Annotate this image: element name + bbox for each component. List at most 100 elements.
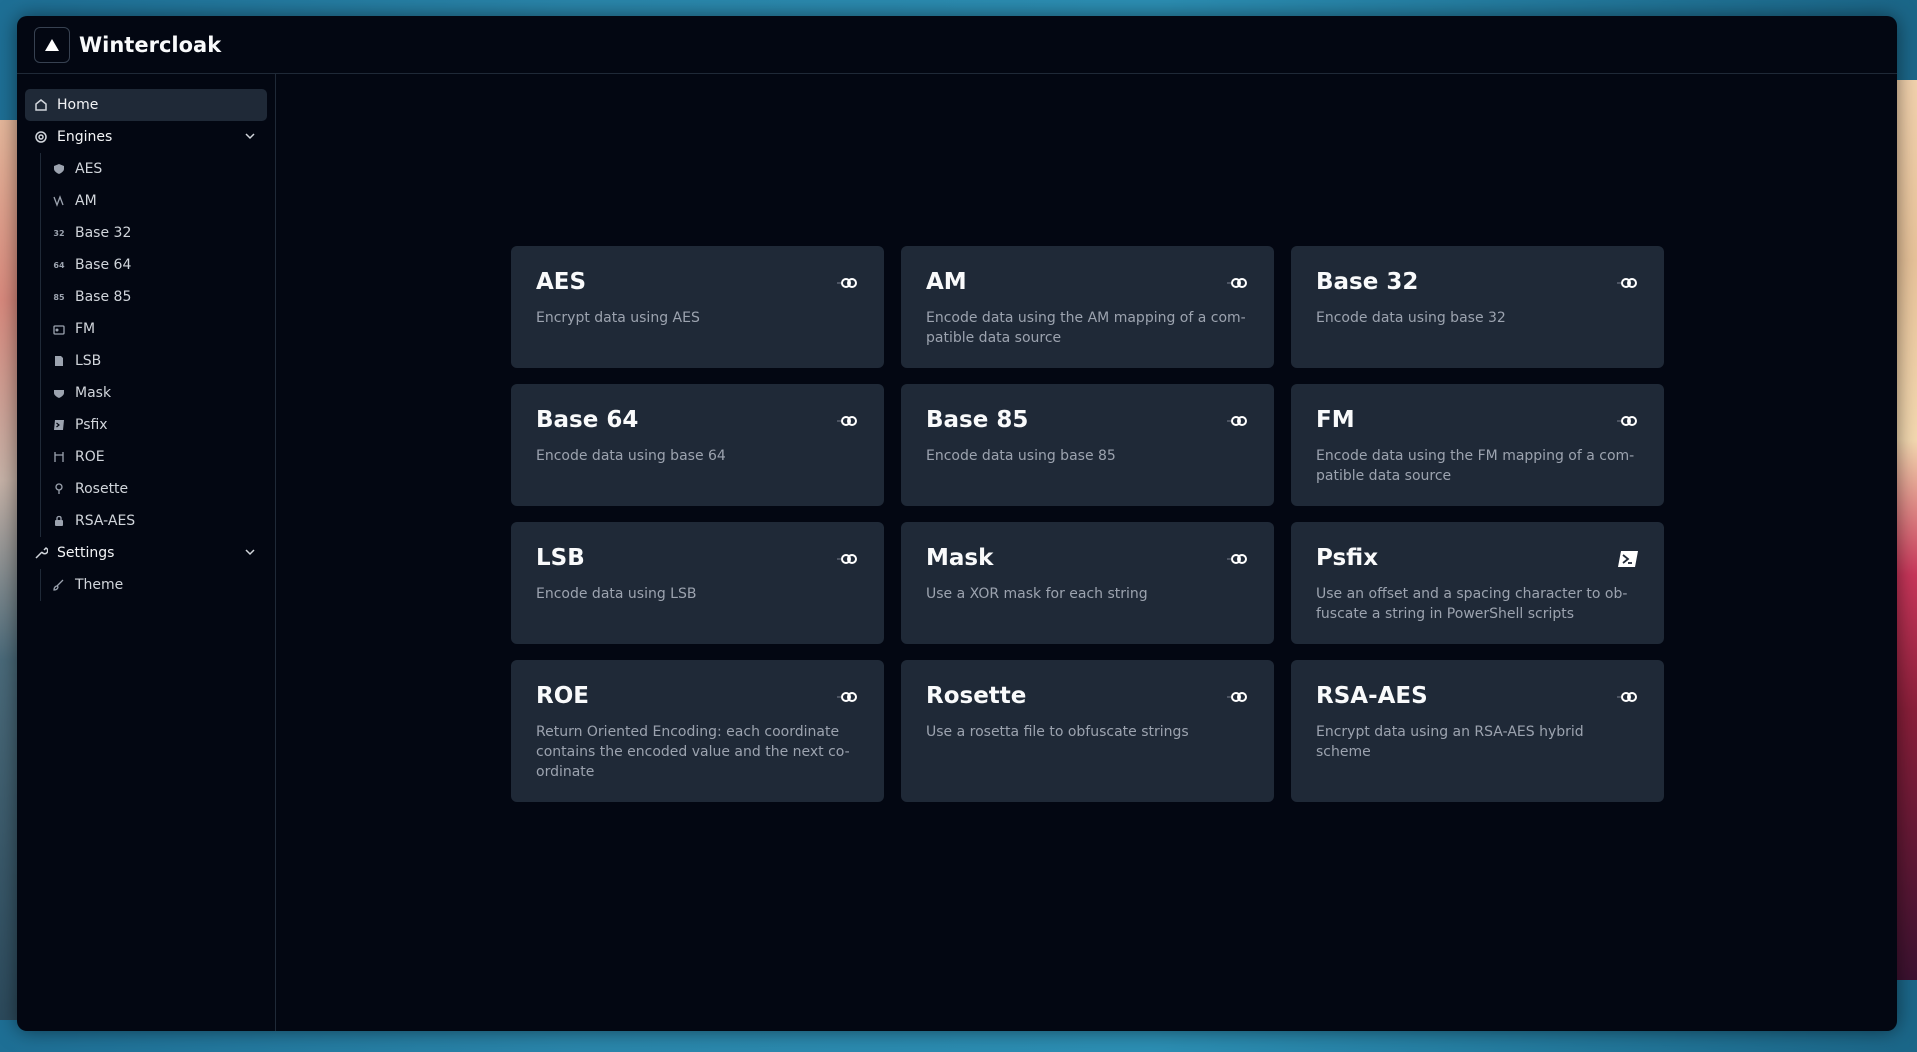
sidebar-item-label: RSA-AES [75,513,136,529]
engines-submenu: AES AM 32 Base 32 64 Base 64 85 Base 85 … [40,153,275,537]
chevron-down-icon [245,549,255,556]
sidebar-group-settings[interactable]: Settings [25,537,267,569]
sidebar-group-label: Engines [57,129,113,145]
link-icon [1617,690,1639,704]
sidebar-item-mask[interactable]: Mask [51,377,275,409]
card-description: Encode data using the FM mapping of a co… [1316,448,1635,484]
sidebar-item-fm[interactable]: FM [51,313,275,345]
sidebar-item-label: Home [57,97,99,113]
card-title: Psfix [1316,545,1379,571]
sidebar-item-rsa-aes[interactable]: RSA-AES [51,505,275,537]
app-title: Wintercloak [79,32,222,57]
engine-card-grid: AES Encrypt data using AES AM Encode dat… [511,246,1664,802]
card-description: Use a XOR mask for each string [926,586,1148,602]
sidebar-item-label: Psfix [75,417,108,433]
terminal-icon [1617,551,1639,567]
shield-icon [51,161,67,177]
brush-icon [51,577,67,593]
sidebar-item-roe[interactable]: ROE [51,441,275,473]
card-description: Encrypt data using an RSA-AES hybrid sch… [1316,724,1584,760]
card-lsb[interactable]: LSB Encode data using LSB [511,522,884,644]
app-window: Wintercloak Home Engines AES AM 32 Base … [17,16,1897,1031]
sidebar-item-label: Theme [75,577,124,593]
card-mask[interactable]: Mask Use a XOR mask for each string [901,522,1274,644]
link-icon [1227,414,1249,428]
sidebar-item-lsb[interactable]: LSB [51,345,275,377]
card-title: LSB [536,545,585,571]
home-icon [33,97,49,113]
card-description: Encode data using LSB [536,586,697,602]
card-base85[interactable]: Base 85 Encode data using base 85 [901,384,1274,506]
card-title: ROE [536,683,589,709]
card-rosette[interactable]: Rosette Use a rosetta file to obfuscate … [901,660,1274,802]
card-description: Encrypt data using AES [536,310,700,326]
card-description: Encode data using the AM mapping of a co… [926,310,1246,346]
64-icon: 64 [53,260,65,270]
link-icon [1227,690,1249,704]
top-bar: Wintercloak [17,16,1897,74]
card-aes[interactable]: AES Encrypt data using AES [511,246,884,368]
radio-icon [51,321,67,337]
card-title: Mask [926,545,994,571]
triangle-logo-icon [45,38,59,51]
sidebar-item-theme[interactable]: Theme [51,569,275,601]
gear-icon [33,129,49,145]
card-title: Base 32 [1316,269,1419,295]
card-description: Encode data using base 85 [926,448,1116,464]
card-roe[interactable]: ROE Return Oriented Encoding: each coord… [511,660,884,802]
sidebar-item-label: ROE [75,449,105,465]
card-title: AES [536,269,587,295]
logo-button[interactable] [34,26,70,63]
sidebar-item-home[interactable]: Home [25,89,267,121]
sidebar-item-label: AES [75,161,103,177]
link-icon [837,690,859,704]
main-content: AES Encrypt data using AES AM Encode dat… [277,74,1897,1031]
file-icon [51,353,67,369]
card-am[interactable]: AM Encode data using the AM mapping of a… [901,246,1274,368]
sidebar-item-aes[interactable]: AES [51,153,275,185]
sidebar-item-label: Rosette [75,481,129,497]
route-icon [51,449,67,465]
32-icon: 32 [53,228,65,238]
sidebar: Home Engines AES AM 32 Base 32 64 Base 6… [17,74,276,1031]
sidebar-item-label: Mask [75,385,112,401]
sidebar-item-label: FM [75,321,96,337]
card-description: Encode data using base 64 [536,448,726,464]
card-base64[interactable]: Base 64 Encode data using base 64 [511,384,884,506]
link-icon [1617,276,1639,290]
sidebar-item-label: AM [75,193,97,209]
mask-icon [51,385,67,401]
lock-icon [51,513,67,529]
sidebar-group-label: Settings [57,545,115,561]
pin-icon [51,481,67,497]
sidebar-item-base32[interactable]: 32 Base 32 [51,217,275,249]
link-icon [837,414,859,428]
card-title: Base 64 [536,407,639,433]
card-description: Encode data using base 32 [1316,310,1506,326]
sidebar-item-rosette[interactable]: Rosette [51,473,275,505]
link-icon [1227,276,1249,290]
card-fm[interactable]: FM Encode data using the FM mapping of a… [1291,384,1664,506]
sidebar-item-label: Base 85 [75,289,132,305]
sidebar-item-am[interactable]: AM [51,185,275,217]
sidebar-group-engines[interactable]: Engines [25,121,267,153]
card-title: Rosette [926,683,1027,709]
sidebar-item-psfix[interactable]: Psfix [51,409,275,441]
sidebar-item-base85[interactable]: 85 Base 85 [51,281,275,313]
card-base32[interactable]: Base 32 Encode data using base 32 [1291,246,1664,368]
terminal-icon [51,417,67,433]
card-rsa-aes[interactable]: RSA-AES Encrypt data using an RSA-AES hy… [1291,660,1664,802]
card-title: FM [1316,407,1355,433]
sidebar-item-label: Base 32 [75,225,132,241]
card-description: Use an offset and a spacing character to… [1316,586,1628,622]
link-icon [837,276,859,290]
card-description: Return Oriented Encoding: each coordinat… [536,724,850,780]
sidebar-item-label: LSB [75,353,102,369]
link-icon [837,552,859,566]
sidebar-item-base64[interactable]: 64 Base 64 [51,249,275,281]
settings-submenu: Theme [40,569,275,601]
sidebar-item-label: Base 64 [75,257,132,273]
card-title: RSA-AES [1316,683,1428,709]
card-psfix[interactable]: Psfix Use an offset and a spacing charac… [1291,522,1664,644]
85-icon: 85 [53,292,65,302]
